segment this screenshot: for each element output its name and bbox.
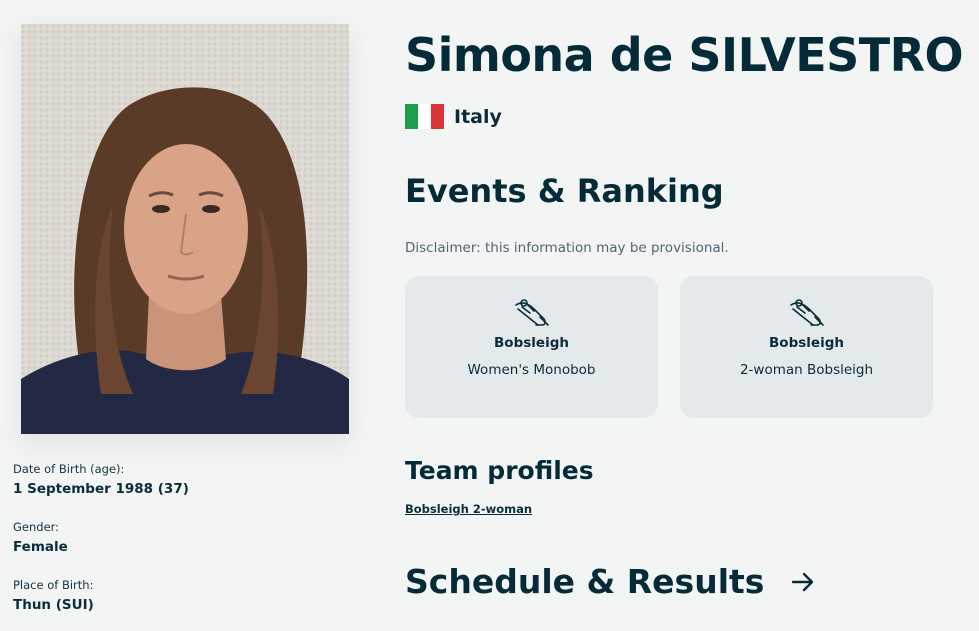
athlete-photo: [21, 24, 349, 434]
gender-label: Gender:: [13, 520, 60, 534]
event-card-2-woman-bobsleigh[interactable]: Bobsleigh 2-woman Bobsleigh: [680, 276, 933, 418]
disclaimer: Disclaimer: this information may be prov…: [405, 240, 729, 256]
bobsleigh-icon: [789, 299, 824, 326]
event-name: Women's Monobob: [467, 362, 596, 378]
gender-value: Female: [13, 539, 68, 555]
pob-label: Place of Birth:: [13, 578, 94, 592]
dob-block: Date of Birth (age): 1 September 1988 (3…: [13, 462, 189, 497]
dob-label: Date of Birth (age):: [13, 462, 125, 476]
event-sport: Bobsleigh: [494, 335, 569, 351]
schedule-results-heading: Schedule & Results: [405, 562, 765, 601]
place-of-birth-block: Place of Birth: Thun (SUI): [13, 578, 94, 613]
pob-value: Thun (SUI): [13, 597, 94, 613]
athlete-name: Simona de SILVESTRO: [405, 28, 964, 82]
event-sport: Bobsleigh: [769, 335, 844, 351]
team-profiles-heading: Team profiles: [405, 456, 594, 485]
italy-flag-icon: [405, 104, 444, 129]
country: Italy: [405, 104, 502, 129]
event-card-womens-monobob[interactable]: Bobsleigh Women's Monobob: [405, 276, 658, 418]
team-profile-link[interactable]: Bobsleigh 2-woman: [405, 502, 532, 516]
country-name: Italy: [454, 105, 502, 128]
schedule-results-link[interactable]: Schedule & Results: [405, 562, 816, 601]
gender-block: Gender: Female: [13, 520, 68, 555]
arrow-right-icon: [792, 572, 814, 591]
athlete-portrait: [21, 24, 349, 434]
event-name: 2-woman Bobsleigh: [739, 362, 874, 378]
dob-value: 1 September 1988 (37): [13, 481, 189, 497]
bobsleigh-icon: [514, 299, 549, 326]
events-ranking-heading: Events & Ranking: [405, 172, 724, 210]
